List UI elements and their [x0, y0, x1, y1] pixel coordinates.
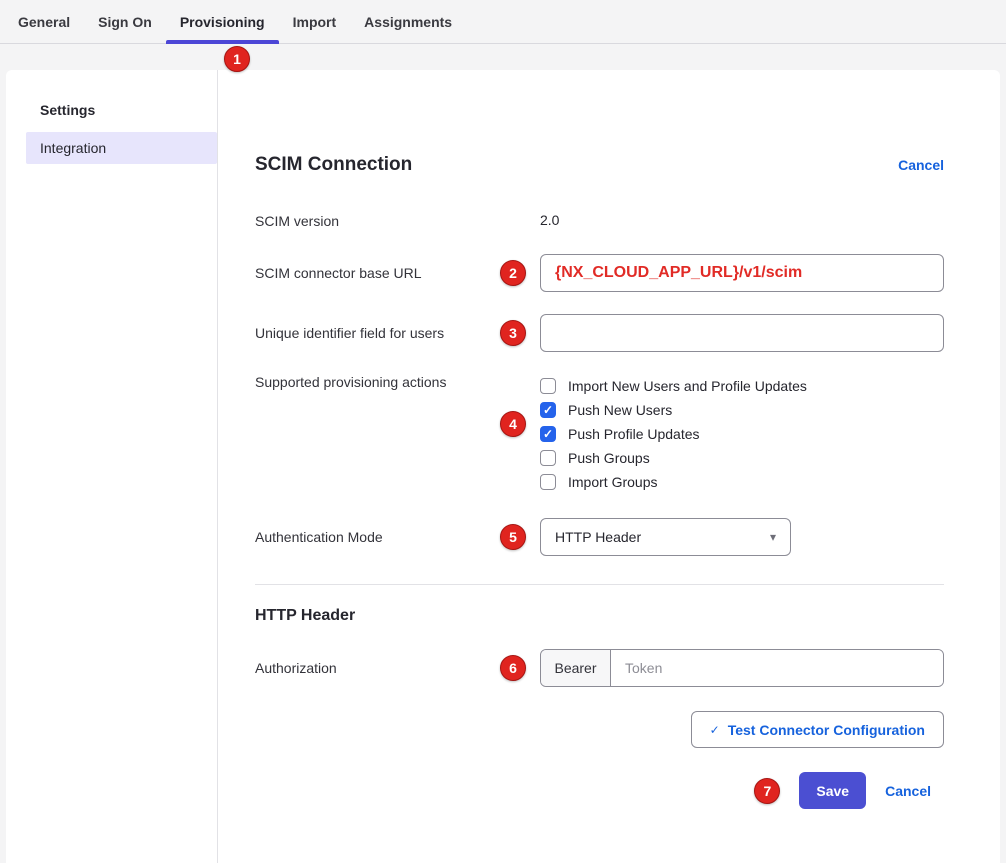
base-url-label: SCIM connector base URL: [255, 265, 540, 281]
step-badge-3: 3: [500, 320, 526, 346]
checkbox-label: Push Groups: [568, 450, 650, 466]
base-url-input[interactable]: [540, 254, 944, 292]
checkbox-row-push-profile-updates[interactable]: ✓ Push Profile Updates: [540, 422, 944, 446]
auth-mode-select[interactable]: HTTP Header ▾: [540, 518, 791, 556]
section-divider: [255, 584, 944, 585]
auth-mode-selected-value: HTTP Header: [555, 529, 641, 545]
checkbox-row-push-new-users[interactable]: ✓ Push New Users: [540, 398, 944, 422]
caret-down-icon: ▾: [770, 530, 776, 544]
authorization-row: Authorization 6 Bearer: [255, 649, 944, 687]
unique-id-label: Unique identifier field for users: [255, 325, 540, 341]
provisioning-actions-label: Supported provisioning actions: [255, 374, 540, 390]
test-connector-label: Test Connector Configuration: [728, 722, 925, 738]
main-panel: SCIM Connection Cancel SCIM version 2.0 …: [218, 70, 1000, 863]
check-icon: ✓: [543, 404, 553, 416]
http-header-heading: HTTP Header: [255, 607, 944, 625]
checkbox-push-groups[interactable]: ✓: [540, 450, 556, 466]
check-icon: ✓: [543, 428, 553, 440]
checkbox-label: Push Profile Updates: [568, 426, 700, 442]
step-badge-1: 1: [224, 46, 250, 72]
save-button[interactable]: Save: [799, 772, 866, 809]
checkbox-push-new-users[interactable]: ✓: [540, 402, 556, 418]
authorization-input-group: Bearer: [540, 649, 944, 687]
scim-version-row: SCIM version 2.0: [255, 212, 944, 230]
checkbox-label: Import Groups: [568, 474, 657, 490]
content-card: Settings Integration SCIM Connection Can…: [6, 70, 1000, 863]
step-badge-6: 6: [500, 655, 526, 681]
tab-import[interactable]: Import: [279, 0, 351, 43]
test-connector-button[interactable]: ✓ Test Connector Configuration: [691, 711, 944, 748]
scim-version-value: 2.0: [540, 212, 559, 228]
tab-provisioning[interactable]: Provisioning: [166, 0, 279, 43]
authorization-label: Authorization: [255, 660, 540, 676]
auth-mode-row: Authentication Mode 5 HTTP Header ▾: [255, 518, 944, 556]
cancel-link-bottom[interactable]: Cancel: [885, 783, 931, 799]
step-badge-7: 7: [754, 778, 780, 804]
page-title: SCIM Connection: [255, 154, 412, 176]
bearer-prefix: Bearer: [541, 650, 611, 686]
checkbox-import-new-users[interactable]: ✓: [540, 378, 556, 394]
checkbox-label: Push New Users: [568, 402, 672, 418]
unique-id-row: Unique identifier field for users 3: [255, 314, 944, 352]
sidebar-heading: Settings: [6, 102, 217, 118]
token-input[interactable]: [611, 650, 943, 686]
provisioning-actions-row: Supported provisioning actions 4 ✓ Impor…: [255, 374, 944, 494]
unique-id-input[interactable]: [540, 314, 944, 352]
checkbox-label: Import New Users and Profile Updates: [568, 378, 807, 394]
scim-version-label: SCIM version: [255, 213, 540, 229]
settings-sidebar: Settings Integration: [6, 70, 218, 863]
checkbox-row-push-groups[interactable]: ✓ Push Groups: [540, 446, 944, 470]
step-badge-2: 2: [500, 260, 526, 286]
app-tabbar: General Sign On Provisioning Import Assi…: [0, 0, 1006, 44]
tab-general[interactable]: General: [4, 0, 84, 43]
tab-sign-on[interactable]: Sign On: [84, 0, 166, 43]
checkbox-import-groups[interactable]: ✓: [540, 474, 556, 490]
base-url-row: SCIM connector base URL 2: [255, 254, 944, 292]
auth-mode-label: Authentication Mode: [255, 529, 540, 545]
checkbox-push-profile-updates[interactable]: ✓: [540, 426, 556, 442]
step-badge-5: 5: [500, 524, 526, 550]
sidebar-item-integration[interactable]: Integration: [26, 132, 217, 164]
tab-assignments[interactable]: Assignments: [350, 0, 466, 43]
step-badge-4: 4: [500, 411, 526, 437]
checkbox-row-import-new-users[interactable]: ✓ Import New Users and Profile Updates: [540, 374, 944, 398]
test-check-icon: ✓: [710, 723, 720, 737]
checkbox-row-import-groups[interactable]: ✓ Import Groups: [540, 470, 944, 494]
cancel-link-top[interactable]: Cancel: [898, 157, 944, 173]
